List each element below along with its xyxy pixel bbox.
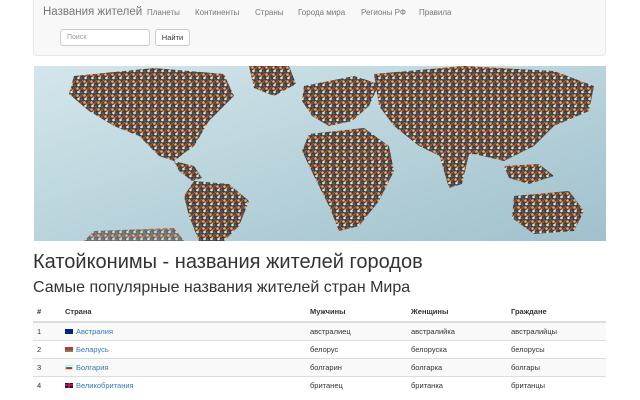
australia-flag-icon <box>65 328 73 334</box>
belarus-flag-icon <box>65 346 73 352</box>
bulgaria-flag-icon <box>65 364 73 370</box>
female-cell: белоруска <box>411 340 511 359</box>
male-cell: британец <box>310 376 411 394</box>
search-input[interactable] <box>60 29 150 46</box>
page-title: Катойконимы - названия жителей городов <box>33 251 423 273</box>
citizens-cell: британцы <box>511 376 606 394</box>
citizens-cell: болгары <box>511 358 606 377</box>
male-cell: болгарин <box>310 358 411 377</box>
country-cell: Австралия <box>65 321 310 341</box>
col-header-country: Страна <box>65 302 310 323</box>
country-link-australia[interactable]: Австралия <box>76 327 113 336</box>
search-button[interactable]: Найти <box>155 29 190 46</box>
hero-image-world-map-people <box>34 66 606 241</box>
col-header-female: Женщины <box>411 302 511 323</box>
row-number: 3 <box>33 358 65 377</box>
nav-item-rules[interactable]: Правила <box>419 8 451 17</box>
table-header-row: # Страна Мужчины Женщины Граждане <box>33 302 606 323</box>
nav-item-countries[interactable]: Страны <box>255 8 284 17</box>
female-cell: болгарка <box>411 358 511 377</box>
row-number: 1 <box>33 321 65 341</box>
col-header-male: Мужчины <box>310 302 411 323</box>
nav-item-continents[interactable]: Континенты <box>195 8 239 17</box>
row-number: 4 <box>33 376 65 394</box>
nav-item-russia-regions[interactable]: Регионы РФ <box>361 8 406 17</box>
nav-item-world-cities[interactable]: Города мира <box>298 8 345 17</box>
country-link-bulgaria[interactable]: Болгария <box>76 363 108 372</box>
male-cell: белорус <box>310 340 411 359</box>
country-link-belarus[interactable]: Беларусь <box>76 345 109 354</box>
country-link-uk[interactable]: Великобритания <box>76 381 134 390</box>
country-cell: Беларусь <box>65 340 310 359</box>
col-header-citizens: Граждане <box>511 302 606 323</box>
table-row: 3 Болгария болгарин болгарка болгары <box>33 358 606 377</box>
citizens-cell: белорусы <box>511 340 606 359</box>
uk-flag-icon <box>65 382 73 388</box>
citizens-cell: австралийцы <box>511 321 606 341</box>
row-number: 2 <box>33 340 65 359</box>
table-row: 1 Австралия австралиец австралийка австр… <box>33 321 606 341</box>
demonyms-table: # Страна Мужчины Женщины Граждане 1 Авст… <box>33 302 606 394</box>
nav-item-planets[interactable]: Планеты <box>147 8 180 17</box>
col-header-number: # <box>33 302 65 323</box>
site-brand[interactable]: Названия жителей <box>43 6 142 18</box>
female-cell: австралийка <box>411 321 511 341</box>
female-cell: британка <box>411 376 511 394</box>
country-cell: Болгария <box>65 358 310 377</box>
navbar: Названия жителей Планеты Континенты Стра… <box>33 0 606 56</box>
table-row: 4 Великобритания британец британка брита… <box>33 376 606 394</box>
country-cell: Великобритания <box>65 376 310 394</box>
table-row: 2 Беларусь белорус белоруска белорусы <box>33 340 606 359</box>
male-cell: австралиец <box>310 321 411 341</box>
page-subtitle: Самые популярные названия жителей стран … <box>33 279 411 296</box>
